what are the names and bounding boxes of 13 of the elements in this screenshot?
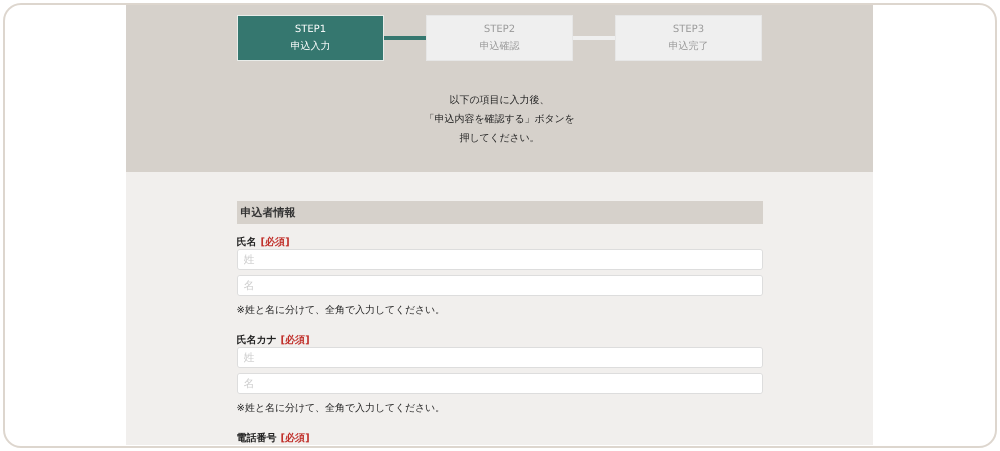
hint-text: ※姓と名に分けて、全角で入力してください。 xyxy=(236,402,446,415)
instruction-text: 以下の項目に入力後、 「申込内容を確認する」ボタンを 押してください。 xyxy=(424,94,574,146)
field-label: 電話番号 xyxy=(236,432,276,444)
hint-text: ※姓と名に分けて、全角で入力してください。 xyxy=(236,304,446,317)
required-tag: [必須] xyxy=(260,234,290,248)
step-indicator: STEP3 申込完了 xyxy=(615,15,762,61)
step-indicator: STEP2 申込確認 xyxy=(426,15,573,61)
section-heading: 申込者情報 xyxy=(236,201,762,224)
required-tag: [必須] xyxy=(280,332,310,346)
field-label: 氏名 xyxy=(236,236,256,248)
field-label: 氏名カナ xyxy=(236,334,276,346)
step-indicator: STEP1 申込入力 xyxy=(237,15,384,61)
required-tag: [必須] xyxy=(280,430,310,444)
